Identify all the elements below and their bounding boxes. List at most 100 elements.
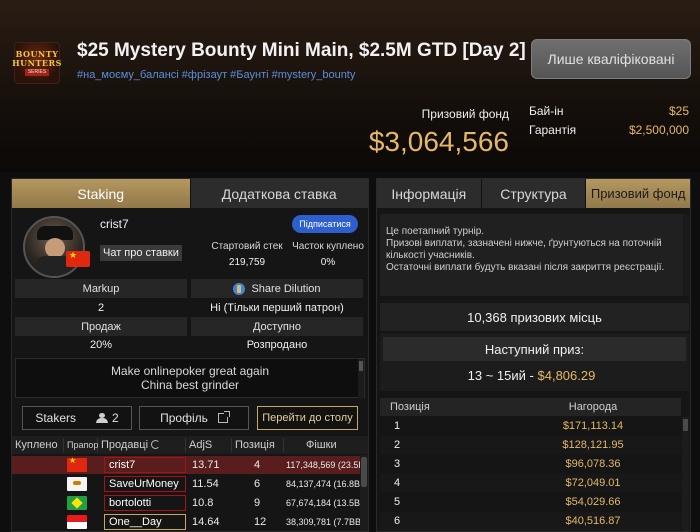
share-dilution-value: Ні (Тільки перший патрон) [210, 302, 344, 314]
refresh-icon[interactable] [151, 440, 161, 449]
col-sellers[interactable]: Продавці [98, 438, 186, 452]
buyin-value: $25 [668, 104, 689, 118]
next-prize-amount: $4,806.29 [537, 368, 596, 383]
chips-value: 117,348,569 (23.5BB) [286, 460, 360, 470]
right-tabs: Інформація Структура Призовий фонд [377, 179, 691, 208]
seller-name[interactable]: bortolotti [104, 495, 186, 511]
cyprus-flag-icon [67, 477, 87, 491]
adjs-value: 13.71 [192, 459, 220, 471]
markup-label: Markup [15, 279, 187, 298]
prize-pool-label: Призовий фонд [421, 107, 509, 121]
tab-prize-pool[interactable]: Призовий фонд [586, 179, 691, 208]
stakers-count: 2 [112, 411, 119, 425]
tab-side-bet[interactable]: Додаткова ставка [190, 179, 368, 208]
info-scrollbar[interactable] [683, 214, 689, 296]
external-link-icon [217, 411, 230, 423]
player-motto: Make onlinepoker great again China best … [15, 358, 365, 399]
tab-info[interactable]: Інформація [377, 179, 482, 208]
sellers-table-header: Куплено Прапор Продавці AdjS Позиція Фіш… [12, 436, 368, 454]
subscribe-button[interactable]: Підписатися [292, 215, 358, 233]
starting-stack-value: 219,759 [228, 257, 266, 268]
staking-chat-button[interactable]: Чат про ставки [100, 245, 182, 261]
sale-label: Продаж [15, 317, 187, 336]
sale-value: 20% [89, 339, 113, 351]
col-bought[interactable]: Куплено [12, 438, 64, 452]
table-row[interactable]: SaveUrMoney 11.54 6 84,137,474 (16.8BB) [12, 475, 360, 493]
position-value: 4 [254, 459, 261, 471]
china-flag-icon [66, 250, 90, 267]
starting-stack-label: Стартовий стек [211, 241, 283, 252]
stakers-button[interactable]: Stakers 2 [22, 406, 132, 430]
next-prize-line: 13 ~ 15ий - $4,806.29 [467, 368, 596, 383]
position-value: 6 [254, 478, 261, 490]
payout-row: 2 $128,121.95 [380, 436, 681, 454]
tab-structure[interactable]: Структура [481, 179, 587, 208]
col-chips[interactable]: Фішки [284, 438, 364, 452]
payout-table-header: Позиція Нагорода [380, 398, 681, 416]
tab-staking[interactable]: Staking [12, 179, 191, 208]
tournament-title: $25 Mystery Bounty Mini Main, $2.5M GTD … [77, 40, 526, 61]
guarantee-row: Гарантія $2,500,000 [529, 123, 689, 137]
payout-row: 1 $171,113.14 [394, 420, 624, 432]
payout-scrollbar[interactable] [682, 417, 689, 531]
indonesia-flag-icon [67, 515, 87, 529]
left-tabs: Staking Додаткова ставка [12, 179, 368, 208]
prize-pool-value: $3,064,566 [368, 126, 509, 157]
table-row[interactable]: One__Day 14.64 12 38,309,781 (7.7BB) [12, 513, 360, 531]
adjs-value: 11.54 [192, 478, 219, 490]
position-value: 9 [254, 497, 261, 509]
prize-panel: Інформація Структура Призовий фонд Це по… [376, 178, 691, 532]
col-adjs[interactable]: AdjS [186, 438, 232, 452]
payout-row: 3 $96,078.36 [394, 458, 621, 470]
col-position[interactable]: Позиція [232, 438, 284, 452]
person-icon [96, 413, 108, 423]
qualified-only-button[interactable]: Лише кваліфіковані [531, 39, 691, 79]
prize-places-count: 10,368 призових місць [380, 303, 689, 331]
shares-bought-stat: Часток куплено 0% [292, 241, 364, 268]
guarantee-value: $2,500,000 [628, 123, 689, 137]
next-prize-box: Наступний приз: 13 ~ 15ий - $4,806.29 [380, 333, 689, 391]
available-label: Доступно [191, 317, 363, 336]
chips-value: 84,137,474 (16.8BB) [286, 479, 360, 489]
shares-bought-label: Часток куплено [292, 241, 364, 252]
available-value: Розпродано [246, 339, 308, 351]
share-dilution-icon [233, 282, 246, 295]
buyin-label: Бай-ін [529, 104, 564, 118]
bounty-hunters-logo: BOUNTY HUNTERS SERIES [12, 42, 61, 84]
col-position: Позиція [390, 401, 430, 413]
buyin-row: Бай-ін $25 [529, 104, 689, 118]
chips-value: 67,674,184 (13.5BB) [286, 498, 360, 508]
goto-table-button[interactable]: Перейти до столу [257, 406, 358, 430]
seller-name[interactable]: crist7 [104, 457, 186, 473]
table-row[interactable]: bortolotti 10.8 9 67,674,184 (13.5BB) [12, 494, 360, 512]
position-value: 12 [254, 516, 267, 528]
next-prize-label: Наступний приз: [383, 337, 686, 361]
stage-info-box: Це поетапний турнір. Призові виплати, за… [380, 214, 689, 296]
tournament-header: BOUNTY HUNTERS SERIES $25 Mystery Bounty… [0, 0, 700, 172]
avatar[interactable] [23, 216, 85, 278]
player-name: crist7 [100, 217, 129, 231]
table-row[interactable]: crist7 13.71 4 117,348,569 (23.5BB) [12, 456, 360, 474]
payout-row: 6 $40,516.87 [380, 512, 681, 530]
next-prize-range: 13 ~ 15ий [467, 368, 526, 383]
seller-name[interactable]: One__Day [104, 514, 186, 530]
payout-row: 4 $72,049.01 [380, 474, 681, 492]
guarantee-label: Гарантія [529, 123, 577, 137]
share-dilution-label: Share Dilution [191, 279, 363, 298]
brazil-flag-icon [67, 496, 87, 510]
adjs-value: 10.8 [192, 497, 214, 509]
profile-button[interactable]: Профіль [139, 406, 249, 430]
col-prize: Нагорода [568, 401, 618, 413]
shares-bought-value: 0% [320, 257, 336, 268]
china-flag-icon [67, 456, 87, 472]
markup-value: 2 [97, 302, 105, 314]
tournament-tags[interactable]: #на_моєму_балансі #фрізаут #Баунті #myst… [77, 69, 355, 81]
staking-panel: Staking Додаткова ставка crist7 Чат про … [11, 178, 369, 532]
starting-stack-stat: Стартовий стек 219,759 [211, 241, 283, 268]
table-scrollbar[interactable] [360, 455, 368, 531]
col-flag[interactable]: Прапор [64, 438, 98, 452]
seller-name[interactable]: SaveUrMoney [104, 476, 186, 492]
adjs-value: 14.64 [192, 516, 220, 528]
payout-row: 5 $54,029.66 [394, 496, 621, 508]
motto-scrollbar[interactable] [358, 359, 364, 399]
